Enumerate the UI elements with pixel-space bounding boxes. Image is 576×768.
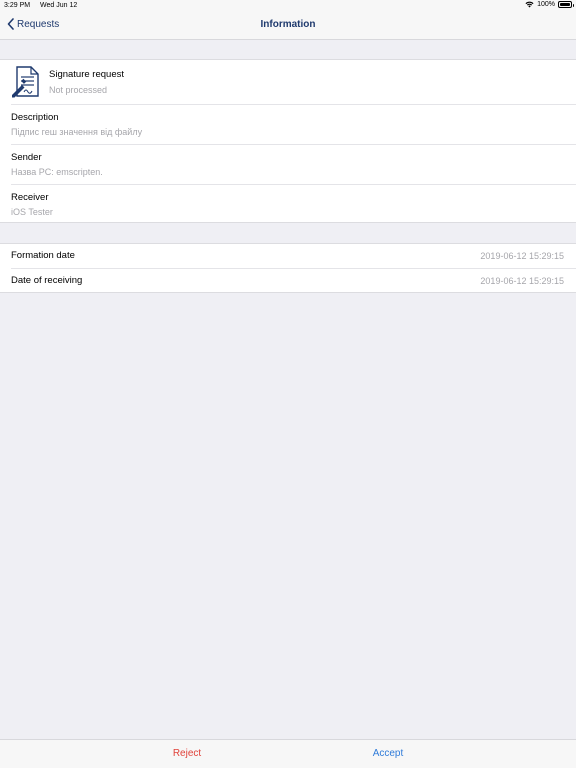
page-title: Information xyxy=(260,19,316,30)
description-label: Description xyxy=(11,112,59,123)
receiver-value: iOS Tester xyxy=(11,207,53,217)
formation-date-label: Formation date xyxy=(11,250,75,262)
battery-icon xyxy=(558,1,574,8)
status-right: 100% xyxy=(525,1,574,8)
receiving-date-label: Date of receiving xyxy=(11,275,83,287)
receiving-date-row: Date of receiving 2019-06-12 15:29:15 xyxy=(11,269,576,294)
signature-request-row: Signature request Not processed xyxy=(11,60,576,105)
receiver-label: Receiver xyxy=(11,192,49,203)
formation-date-row: Formation date 2019-06-12 15:29:15 xyxy=(11,244,576,269)
reject-button[interactable]: Reject xyxy=(150,748,224,759)
receiving-date-value: 2019-06-12 15:29:15 xyxy=(480,275,564,286)
wifi-icon xyxy=(525,1,534,8)
sender-value: Назва PC: emscripten. xyxy=(11,167,103,177)
signature-request-status: Not processed xyxy=(49,85,108,95)
formation-date-value: 2019-06-12 15:29:15 xyxy=(480,250,564,261)
status-bar: 3:29 PM Wed Jun 12 100% xyxy=(0,0,576,12)
signature-request-title: Signature request xyxy=(49,69,124,80)
status-date: Wed Jun 12 xyxy=(40,2,78,9)
description-value: Підпис геш значення від файлу xyxy=(11,127,143,137)
battery-percent: 100% xyxy=(537,1,555,8)
accept-button[interactable]: Accept xyxy=(350,748,426,759)
sender-row: Sender Назва PC: emscripten. xyxy=(11,145,576,185)
request-info-group: Signature request Not processed Descript… xyxy=(0,59,576,223)
status-left: 3:29 PM Wed Jun 12 xyxy=(4,2,85,9)
sender-label: Sender xyxy=(11,152,42,163)
description-row: Description Підпис геш значення від файл… xyxy=(11,105,576,145)
receiver-row: Receiver iOS Tester xyxy=(11,185,576,225)
battery-fill xyxy=(560,3,570,6)
status-time: 3:29 PM xyxy=(4,2,31,9)
dates-group: Formation date 2019-06-12 15:29:15 Date … xyxy=(0,243,576,293)
navigation-bar: Requests Information xyxy=(0,12,576,40)
signed-document-icon xyxy=(12,66,39,98)
action-toolbar: Reject Accept xyxy=(0,739,576,768)
